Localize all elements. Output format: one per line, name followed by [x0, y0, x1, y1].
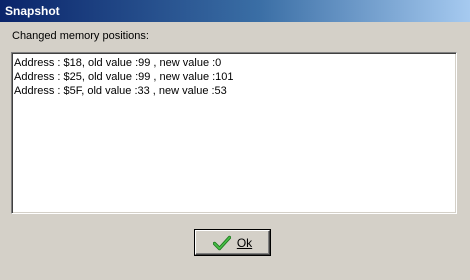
list-item[interactable]: Address : $25, old value :99 , new value… — [14, 70, 454, 84]
checkmark-icon — [212, 235, 232, 251]
list-item[interactable]: Address : $5F, old value :33 , new value… — [14, 84, 454, 98]
list-item[interactable]: Address : $18, old value :99 , new value… — [14, 56, 454, 70]
title-bar[interactable]: Snapshot — [0, 0, 470, 22]
ok-button[interactable]: Ok — [195, 230, 270, 255]
changes-caption: Changed memory positions: — [12, 30, 149, 42]
snapshot-dialog: Snapshot Changed memory positions: Addre… — [0, 0, 470, 280]
changes-listbox[interactable]: Address : $18, old value :99 , new value… — [11, 52, 457, 214]
window-title: Snapshot — [5, 4, 60, 18]
ok-button-label: Ok — [236, 235, 253, 250]
